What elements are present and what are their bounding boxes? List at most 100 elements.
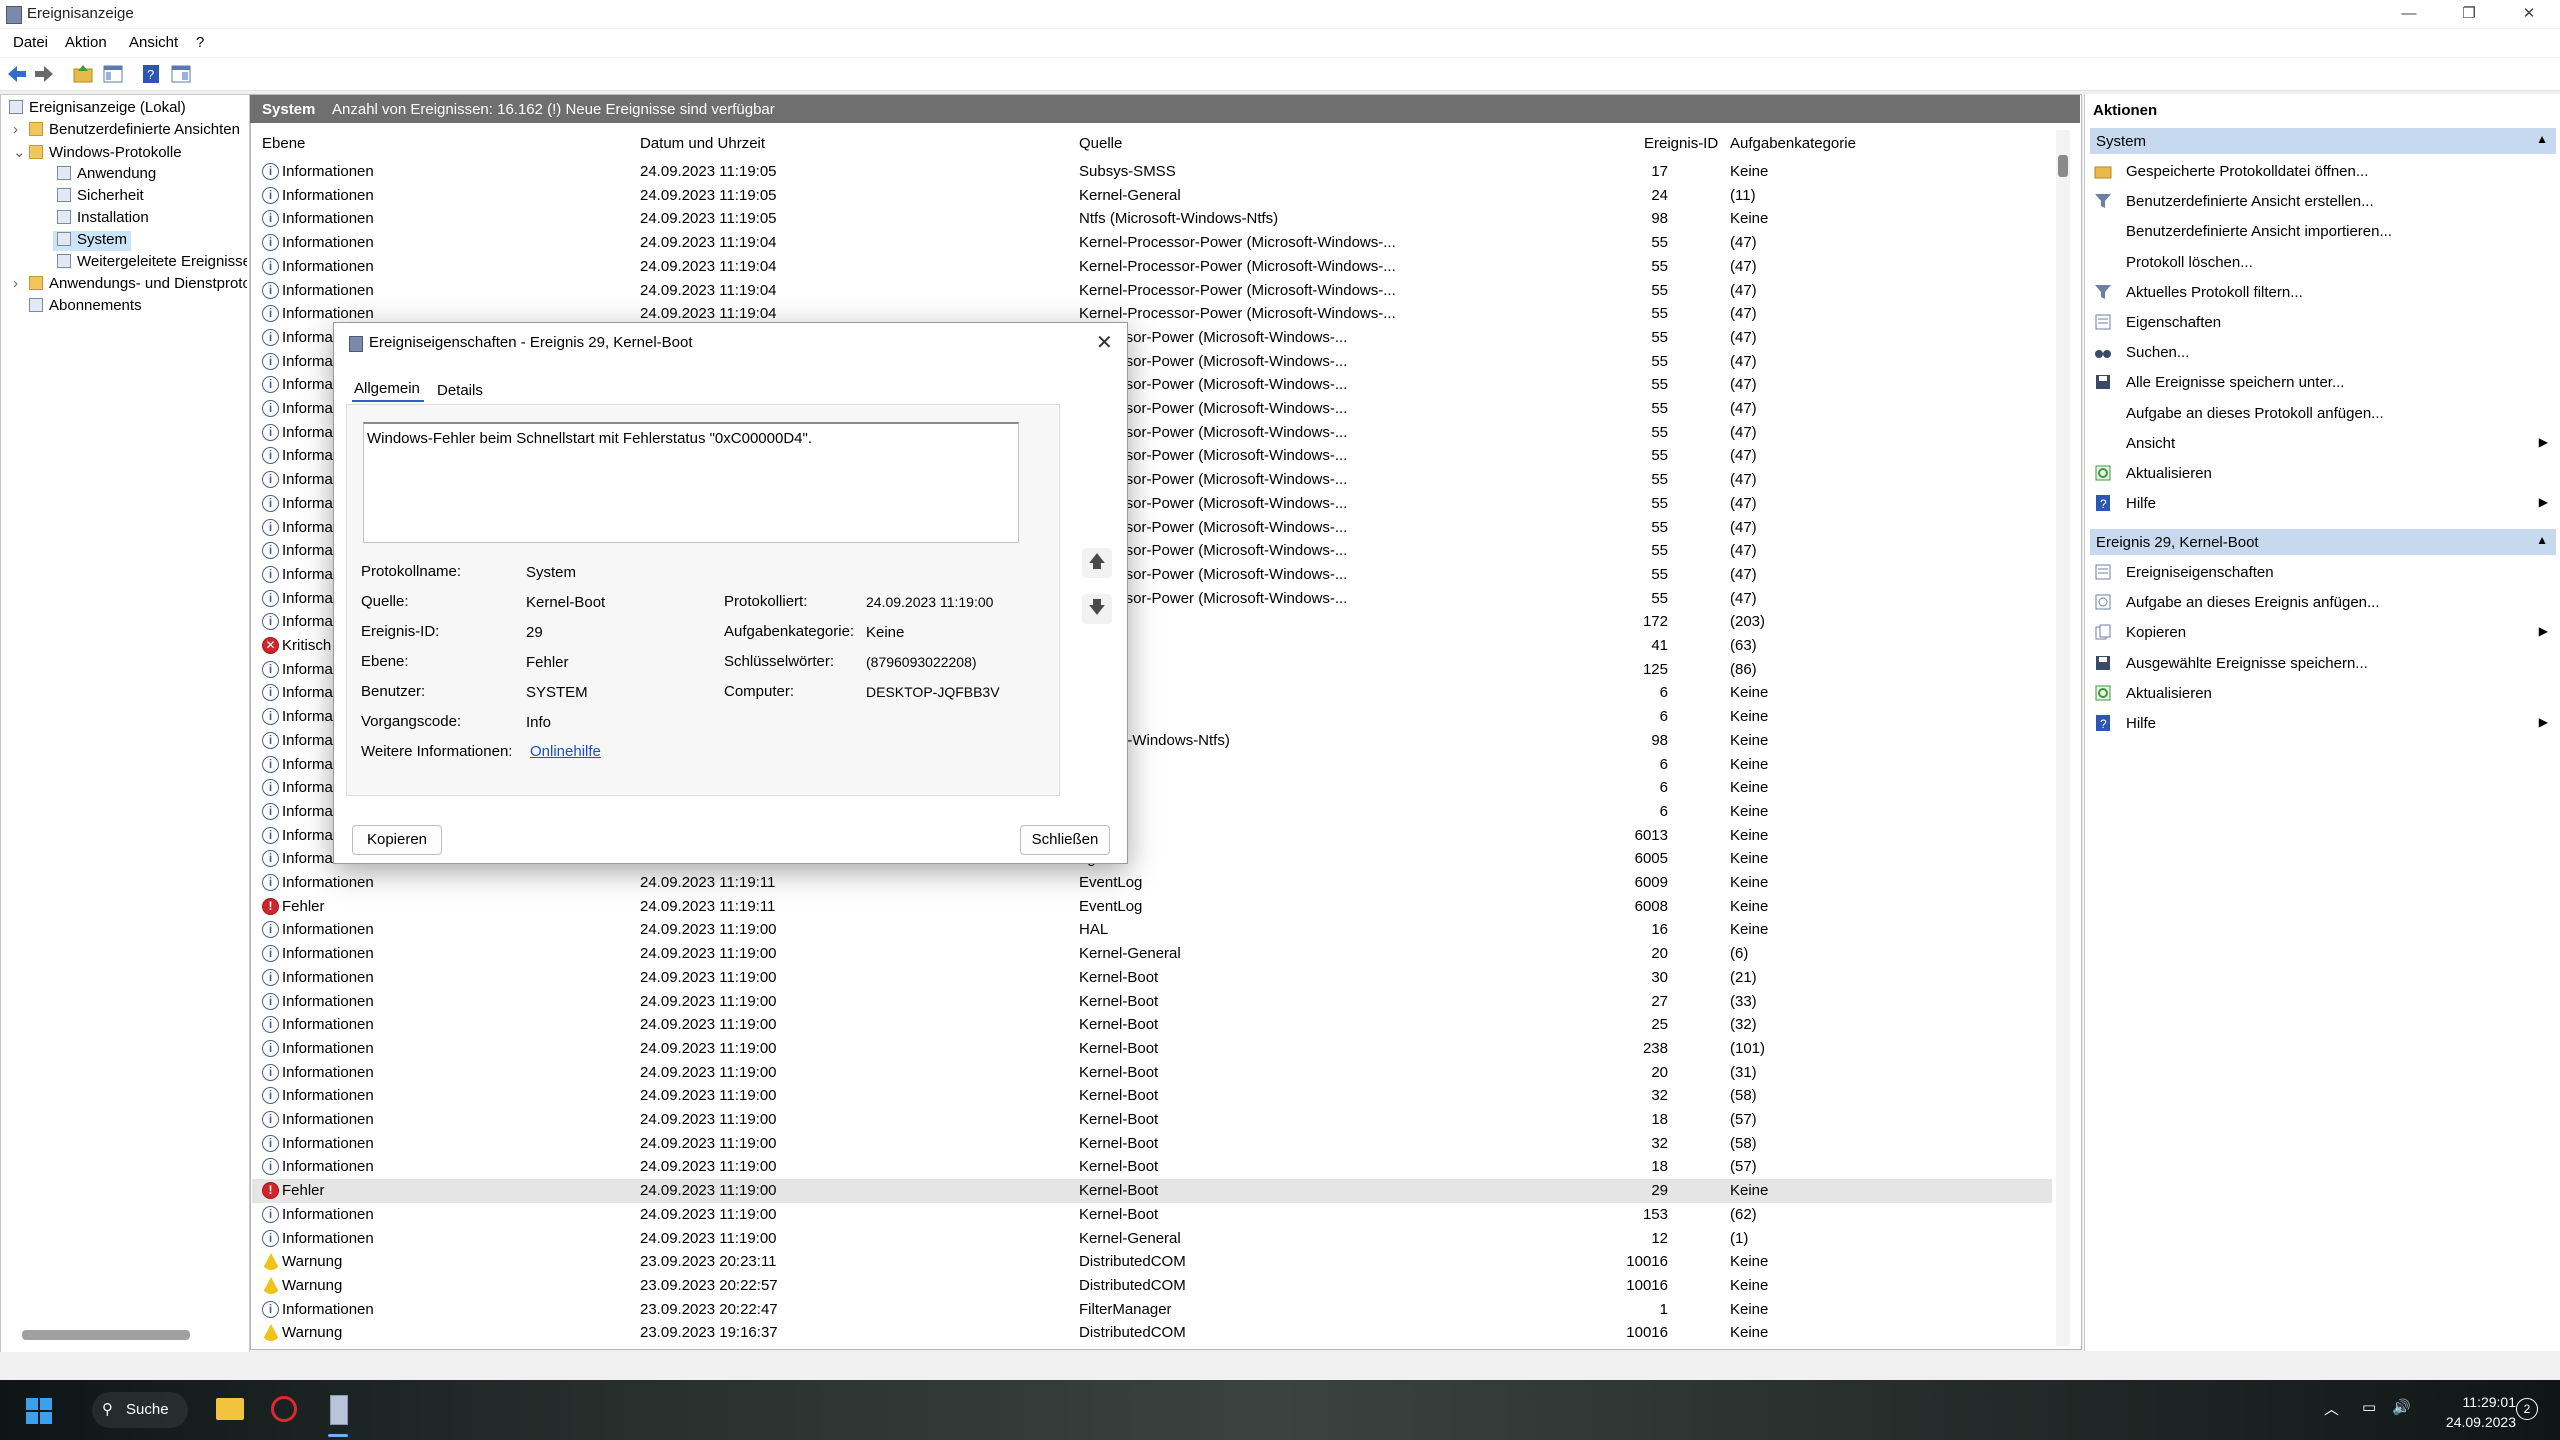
action-item[interactable]: Suchen... bbox=[2094, 338, 2554, 368]
menu-aktion[interactable]: Aktion bbox=[65, 34, 107, 51]
menu-help[interactable]: ? bbox=[196, 34, 204, 51]
tree-item-security[interactable]: Sicherheit bbox=[57, 187, 144, 207]
table-row[interactable]: i Informationen 24.09.2023 11:19:00 Kernel-… bbox=[252, 1013, 2052, 1037]
tree-item-custom-views[interactable]: › Benutzerdefinierte Ansichten bbox=[13, 121, 240, 141]
cell-task-category: (21) bbox=[1730, 968, 1757, 986]
online-help-link[interactable]: Onlinehilfe bbox=[530, 743, 601, 760]
column-source[interactable]: Quelle bbox=[1079, 135, 1122, 152]
event-list-vertical-scrollbar[interactable] bbox=[2056, 130, 2070, 1346]
console-tree-icon[interactable] bbox=[102, 63, 124, 85]
tree-root[interactable]: Ereignisanzeige (Lokal) bbox=[9, 99, 186, 119]
tree-horizontal-scrollbar[interactable] bbox=[22, 1330, 190, 1340]
table-row[interactable]: i Informationen 24.09.2023 11:19:00 Kernel-… bbox=[252, 1227, 2052, 1251]
table-row[interactable]: i Informationen 24.09.2023 11:19:00 Kernel-… bbox=[252, 942, 2052, 966]
table-row[interactable]: i Informationen 24.09.2023 11:19:00 Kernel-… bbox=[252, 1155, 2052, 1179]
action-item[interactable]: Aufgabe an dieses Ereignis anfügen... bbox=[2094, 588, 2554, 618]
event-viewer-taskbar-icon[interactable] bbox=[330, 1395, 348, 1425]
start-windows-icon[interactable] bbox=[26, 1398, 52, 1424]
tab-details[interactable]: Details bbox=[437, 382, 483, 399]
table-row[interactable]: i Informationen 24.09.2023 11:19:04 Kernel-… bbox=[252, 231, 2052, 255]
action-item[interactable]: Alle Ereignisse speichern unter... bbox=[2094, 368, 2554, 398]
table-row[interactable]: i Informationen 24.09.2023 11:19:04 Kernel-… bbox=[252, 255, 2052, 279]
table-row[interactable]: ! Fehler 24.09.2023 11:19:11 EventLog 6008 Ke… bbox=[252, 895, 2052, 919]
scrollbar-thumb[interactable] bbox=[2058, 155, 2068, 177]
column-level[interactable]: Ebene bbox=[262, 135, 305, 152]
copy-button[interactable]: Kopieren bbox=[352, 825, 442, 855]
action-item[interactable]: Aktualisieren bbox=[2094, 459, 2554, 489]
table-row[interactable]: i Informationen 24.09.2023 11:19:05 Subsys-… bbox=[252, 160, 2052, 184]
tree-item-forwarded-events[interactable]: Weitergeleitete Ereignisse bbox=[57, 253, 247, 273]
action-pane-icon[interactable] bbox=[170, 63, 192, 85]
column-task-category[interactable]: Aufgabenkategorie bbox=[1730, 135, 1856, 152]
previous-event-button[interactable]: 🡅 bbox=[1082, 548, 1112, 578]
table-row[interactable]: Warnung 23.09.2023 19:16:37 DistributedCOM… bbox=[252, 1321, 2052, 1345]
volume-icon[interactable]: 🔊 bbox=[2392, 1398, 2411, 1416]
action-item[interactable]: Aktualisieren bbox=[2094, 679, 2554, 709]
user-label: Benutzer: bbox=[361, 683, 426, 700]
action-item[interactable]: ? Hilfe ▶ bbox=[2094, 709, 2554, 739]
action-item[interactable]: Aufgabe an dieses Protokoll anfügen... bbox=[2094, 399, 2554, 429]
table-row[interactable]: i Informationen 23.09.2023 20:22:47 FilterM… bbox=[252, 1298, 2052, 1322]
action-item[interactable]: Kopieren ▶ bbox=[2094, 618, 2554, 648]
action-item[interactable]: Benutzerdefinierte Ansicht erstellen... bbox=[2094, 187, 2554, 217]
action-item[interactable]: Aktuelles Protokoll filtern... bbox=[2094, 278, 2554, 308]
action-item[interactable]: ? Hilfe ▶ bbox=[2094, 489, 2554, 519]
table-row[interactable]: i Informationen 24.09.2023 11:19:05 Ntfs (M… bbox=[252, 207, 2052, 231]
actions-section-event[interactable]: Ereignis 29, Kernel-Boot ▲ bbox=[2090, 529, 2556, 555]
action-item[interactable]: Benutzerdefinierte Ansicht importieren..… bbox=[2094, 217, 2554, 247]
column-date[interactable]: Datum und Uhrzeit bbox=[640, 135, 765, 152]
event-description-box[interactable]: Windows-Fehler beim Schnellstart mit Feh… bbox=[363, 422, 1019, 543]
table-row[interactable]: i Informationen 24.09.2023 11:19:11 EventLo… bbox=[252, 871, 2052, 895]
tree-item-application[interactable]: Anwendung bbox=[57, 165, 156, 185]
network-icon[interactable]: ▭ bbox=[2362, 1398, 2376, 1416]
column-event-id[interactable]: Ereignis-ID bbox=[1644, 135, 1718, 152]
notification-badge[interactable]: 2 bbox=[2516, 1398, 2538, 1420]
action-item[interactable]: Ausgewählte Ereignisse speichern... bbox=[2094, 649, 2554, 679]
maximize-button[interactable]: ❐ bbox=[2440, 0, 2498, 28]
action-item[interactable]: Protokoll löschen... bbox=[2094, 248, 2554, 278]
collapse-icon[interactable]: ▲ bbox=[2536, 132, 2548, 146]
minimize-button[interactable]: — bbox=[2380, 0, 2438, 28]
opera-browser-icon[interactable] bbox=[271, 1396, 297, 1422]
file-explorer-icon[interactable] bbox=[216, 1398, 244, 1420]
close-window-button[interactable]: ✕ bbox=[2500, 0, 2558, 28]
menu-ansicht[interactable]: Ansicht bbox=[129, 34, 178, 51]
close-dialog-button[interactable]: Schließen bbox=[1020, 825, 1110, 855]
table-row[interactable]: i Informationen 24.09.2023 11:19:00 Kernel-… bbox=[252, 1132, 2052, 1156]
table-row[interactable]: i Informationen 24.09.2023 11:19:00 Kernel-… bbox=[252, 1084, 2052, 1108]
taskbar-search[interactable]: ⚲ Suche bbox=[92, 1392, 188, 1428]
table-row[interactable]: Warnung 23.09.2023 20:22:57 DistributedCOM… bbox=[252, 1274, 2052, 1298]
tree-item-setup[interactable]: Installation bbox=[57, 209, 149, 229]
folder-up-icon[interactable] bbox=[72, 63, 94, 85]
table-row[interactable]: i Informationen 24.09.2023 11:19:00 Kernel-… bbox=[252, 1037, 2052, 1061]
action-item[interactable]: Eigenschaften bbox=[2094, 308, 2554, 338]
action-item[interactable]: Ansicht ▶ bbox=[2094, 429, 2554, 459]
tree-item-system[interactable]: System bbox=[53, 231, 132, 251]
next-event-button[interactable]: 🡇 bbox=[1082, 594, 1112, 624]
collapse-icon[interactable]: ▲ bbox=[2536, 533, 2548, 547]
help-icon[interactable]: ? bbox=[140, 63, 162, 85]
table-row[interactable]: i Informationen 24.09.2023 11:19:00 Kernel-… bbox=[252, 1108, 2052, 1132]
tree-item-windows-logs[interactable]: ⌄ Windows-Protokolle bbox=[13, 143, 182, 163]
tree-item-subscriptions[interactable]: Abonnements bbox=[29, 297, 142, 317]
tree-item-app-service-logs[interactable]: ›Anwendungs- und Dienstprotokolle bbox=[13, 275, 247, 295]
table-row[interactable]: i Informationen 24.09.2023 11:19:00 Kernel-… bbox=[252, 966, 2052, 990]
chevron-up-icon[interactable]: ︿ bbox=[2324, 1398, 2339, 1419]
table-row[interactable]: Warnung 23.09.2023 20:23:11 DistributedCOM… bbox=[252, 1250, 2052, 1274]
table-row[interactable]: i Informationen 24.09.2023 11:19:00 Kernel-… bbox=[252, 1061, 2052, 1085]
table-row[interactable]: i Informationen 24.09.2023 11:19:00 HAL 16 Ke… bbox=[252, 918, 2052, 942]
action-item[interactable]: Gespeicherte Protokolldatei öffnen... bbox=[2094, 157, 2554, 187]
table-row[interactable]: i Informationen 24.09.2023 11:19:00 Kernel-… bbox=[252, 990, 2052, 1014]
actions-section-system[interactable]: System ▲ bbox=[2090, 128, 2556, 154]
back-arrow-icon[interactable] bbox=[6, 63, 28, 85]
forward-arrow-icon[interactable] bbox=[33, 63, 55, 85]
tab-allgemein[interactable]: Allgemein bbox=[354, 380, 420, 397]
table-row[interactable]: i Informationen 24.09.2023 11:19:05 Kernel-… bbox=[252, 184, 2052, 208]
action-item[interactable]: Ereigniseigenschaften bbox=[2094, 558, 2554, 588]
clock[interactable]: 11:29:01 24.09.2023 bbox=[2420, 1394, 2516, 1434]
dialog-close-icon[interactable]: ✕ bbox=[1096, 330, 1113, 355]
menu-datei[interactable]: Datei bbox=[13, 34, 48, 51]
table-row[interactable]: i Informationen 24.09.2023 11:19:04 Kernel-… bbox=[252, 279, 2052, 303]
table-row[interactable]: i Informationen 24.09.2023 11:19:00 Kernel-… bbox=[252, 1203, 2052, 1227]
table-row[interactable]: ! Fehler 24.09.2023 11:19:00 Kernel-Boot 29 K… bbox=[252, 1179, 2052, 1203]
